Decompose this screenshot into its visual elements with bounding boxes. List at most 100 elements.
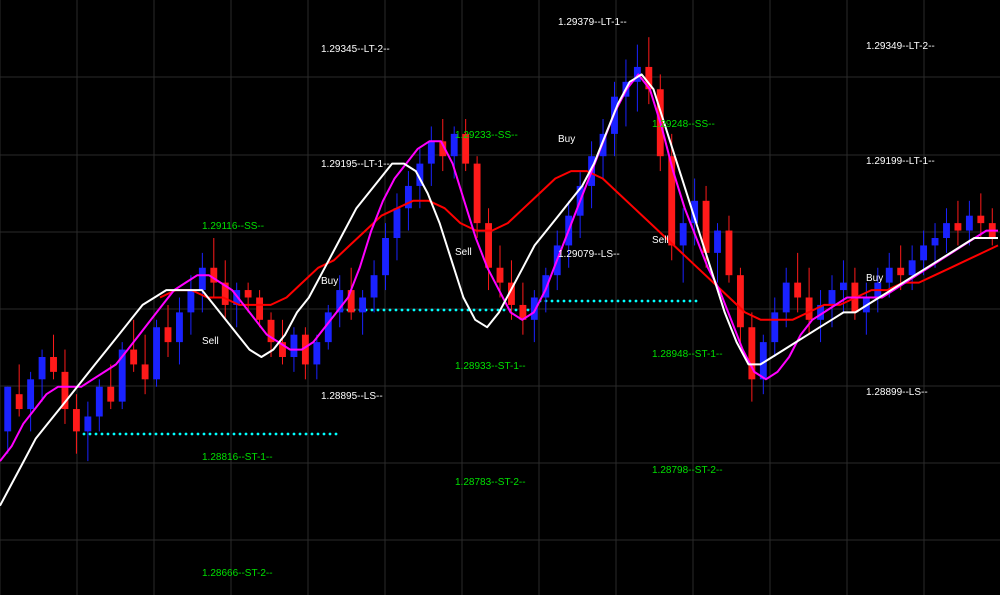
- level-dot: [610, 299, 614, 303]
- candle-body: [15, 394, 23, 410]
- candle-body: [4, 386, 12, 432]
- level-dot: [268, 432, 272, 436]
- level-dot: [550, 299, 554, 303]
- level-dot: [328, 432, 332, 436]
- candle-body: [496, 267, 504, 283]
- level-dot: [112, 432, 116, 436]
- level-dot: [448, 308, 452, 312]
- level-dot: [160, 432, 164, 436]
- level-st2-label: 1.28783--ST-2--: [455, 477, 526, 488]
- level-lt2-label: 1.29349--LT-2--: [866, 41, 935, 52]
- level-dot: [652, 299, 656, 303]
- level-dot: [220, 432, 224, 436]
- level-dot: [406, 308, 410, 312]
- level-dot: [592, 299, 596, 303]
- candle-body: [256, 297, 264, 320]
- level-dot: [562, 299, 566, 303]
- level-dot: [478, 308, 482, 312]
- candle-body: [50, 357, 57, 372]
- level-dot: [526, 308, 530, 312]
- price-chart[interactable]: 1.29345--LT-2-- 1.29195--LT-1-- 1.29116-…: [0, 0, 1000, 595]
- level-dot: [184, 432, 188, 436]
- level-dot: [598, 299, 602, 303]
- level-dot: [262, 432, 266, 436]
- sell-signal: Sell: [652, 235, 669, 246]
- candle-body: [771, 312, 779, 343]
- sell-signal: Sell: [202, 336, 219, 347]
- candle-body: [84, 416, 92, 432]
- level-dot: [106, 432, 110, 436]
- level-dot: [244, 432, 248, 436]
- candle-body: [141, 364, 149, 380]
- candle-body: [908, 260, 916, 276]
- level-ss-label: 1.29116--SS--: [202, 221, 264, 232]
- candle-body: [794, 282, 802, 298]
- level-lt1-label: 1.29379--LT-1--: [558, 17, 627, 28]
- buy-signal: Buy: [558, 134, 575, 145]
- candle-body: [313, 342, 321, 365]
- level-dot: [376, 308, 380, 312]
- level-dot: [130, 432, 134, 436]
- candle-body: [943, 223, 950, 238]
- candle-body: [27, 379, 35, 410]
- level-dot: [136, 432, 140, 436]
- level-dot: [202, 432, 206, 436]
- level-dot: [472, 308, 476, 312]
- level-ss-label: 1.29248--SS--: [652, 119, 715, 130]
- level-st2-label: 1.28666--ST-2--: [202, 568, 273, 579]
- level-dot: [124, 432, 128, 436]
- level-dot: [232, 432, 236, 436]
- level-dot: [292, 432, 296, 436]
- level-dot: [94, 432, 98, 436]
- candle-body: [244, 290, 252, 298]
- candle-body: [782, 282, 790, 313]
- level-dot: [334, 432, 338, 436]
- candle-body: [897, 267, 905, 276]
- candle-body: [153, 327, 160, 380]
- level-dot: [88, 432, 92, 436]
- level-dot: [502, 308, 506, 312]
- candle-body: [198, 267, 206, 291]
- level-dot: [190, 432, 194, 436]
- level-ls-label: 1.29079--LS--: [558, 249, 620, 260]
- candle-body: [370, 275, 378, 298]
- buy-signal: Buy: [866, 273, 883, 284]
- level-dot: [436, 308, 440, 312]
- level-dot: [316, 432, 320, 436]
- level-dot: [118, 432, 122, 436]
- level-dot: [682, 299, 686, 303]
- level-dot: [298, 432, 302, 436]
- candle-body: [920, 245, 928, 261]
- candle-body: [805, 297, 813, 320]
- level-dot: [622, 299, 626, 303]
- level-dot: [460, 308, 464, 312]
- level-lt2-label: 1.29345--LT-2--: [321, 44, 390, 55]
- candle-body: [965, 215, 973, 231]
- level-dot: [214, 432, 218, 436]
- level-dot: [454, 308, 458, 312]
- candle-body: [885, 267, 893, 283]
- level-dot: [646, 299, 650, 303]
- level-dot: [280, 432, 284, 436]
- level-dot: [430, 308, 434, 312]
- candle-body: [840, 282, 847, 291]
- level-dot: [304, 432, 308, 436]
- candle-body: [954, 223, 962, 231]
- level-dot: [424, 308, 428, 312]
- level-dot: [166, 432, 170, 436]
- candle-body: [473, 163, 481, 224]
- candle-body: [679, 223, 687, 246]
- candle-body: [187, 290, 195, 313]
- candle-body: [164, 327, 172, 343]
- level-dot: [412, 308, 416, 312]
- level-dot: [658, 299, 662, 303]
- level-dot: [274, 432, 278, 436]
- level-dot: [574, 299, 578, 303]
- level-dot: [256, 432, 260, 436]
- level-dot: [634, 299, 638, 303]
- level-dot: [568, 299, 572, 303]
- level-st2-label: 1.28798--ST-2--: [652, 465, 723, 476]
- level-dot: [442, 308, 446, 312]
- level-dot: [208, 432, 212, 436]
- chart-area[interactable]: 1.29345--LT-2-- 1.29195--LT-1-- 1.29116-…: [0, 0, 1000, 595]
